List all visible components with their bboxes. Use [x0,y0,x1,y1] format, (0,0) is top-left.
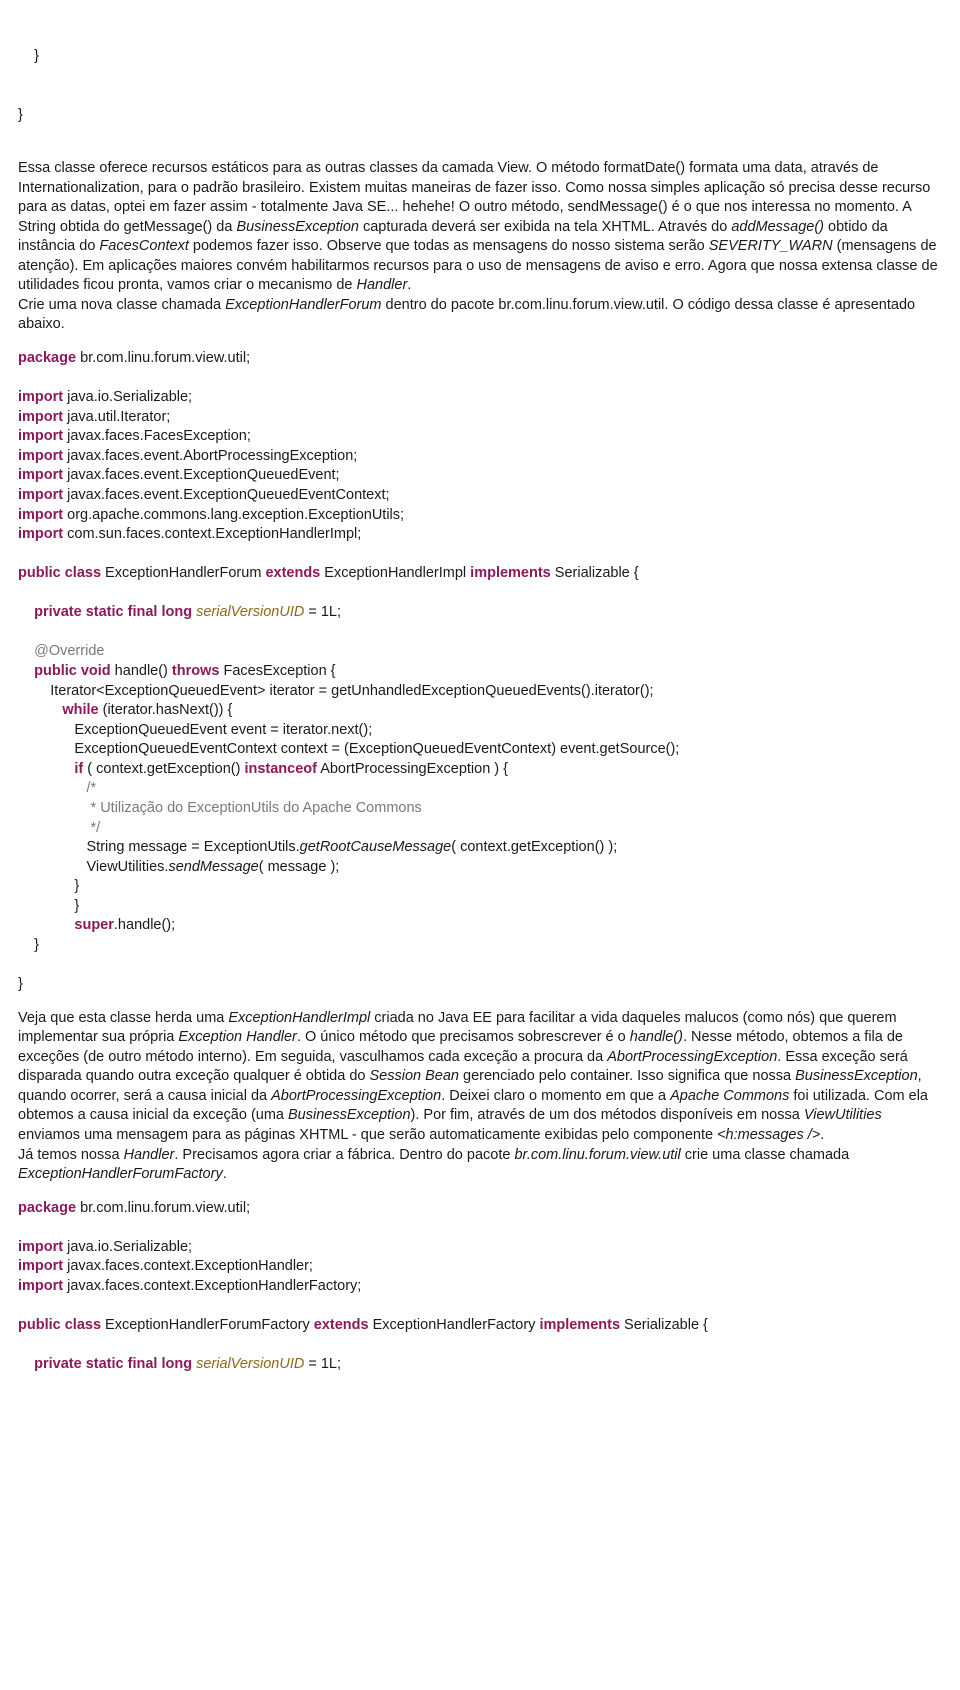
para2-text: Veja que esta classe herda uma Exception… [18,1010,928,1143]
paragraph-1: Essa classe oferece recursos estáticos p… [18,159,942,335]
code-line: import com.sun.faces.context.ExceptionHa… [18,525,942,545]
code-line: ExceptionQueuedEvent event = iterator.ne… [18,721,942,741]
code-line: } [18,975,942,995]
code-line: public class ExceptionHandlerForumFactor… [18,1316,942,1336]
code-line: private static final long serialVersionU… [18,1355,942,1375]
code-line: import javax.faces.FacesException; [18,427,942,447]
para1-text: Essa classe oferece recursos estáticos p… [18,160,938,293]
code-line [18,1218,942,1238]
code-line: ExceptionQueuedEventContext context = (E… [18,740,942,760]
code-line: package br.com.linu.forum.view.util; [18,1199,942,1219]
code-line: } [18,936,942,956]
code-fragment-top: } } [18,8,942,145]
code-line: String message = ExceptionUtils.getRootC… [18,838,942,858]
code-line: import javax.faces.event.AbortProcessing… [18,447,942,467]
code-line: } [18,877,942,897]
code-line [18,584,942,604]
code-block-exceptionhandlerforum: package br.com.linu.forum.view.util; imp… [18,349,942,995]
code-line: super.handle(); [18,916,942,936]
code-line [18,545,942,565]
code-line [18,1336,942,1356]
code-line: import javax.faces.context.ExceptionHand… [18,1277,942,1297]
code-line [18,623,942,643]
code-line [18,955,942,975]
code-line: if ( context.getException() instanceof A… [18,760,942,780]
code-line: import javax.faces.context.ExceptionHand… [18,1257,942,1277]
code-line: * Utilização do ExceptionUtils do Apache… [18,799,942,819]
code-line: */ [18,819,942,839]
code-line: import org.apache.commons.lang.exception… [18,506,942,526]
code-line: @Override [18,642,942,662]
para2b-text: Já temos nossa Handler. Precisamos agora… [18,1147,849,1183]
code-line [18,1296,942,1316]
code-line: public void handle() throws FacesExcepti… [18,662,942,682]
code-line: Iterator<ExceptionQueuedEvent> iterator … [18,682,942,702]
code-line: import java.io.Serializable; [18,388,942,408]
code-line: ViewUtilities.sendMessage( message ); [18,858,942,878]
code-line: import javax.faces.event.ExceptionQueued… [18,486,942,506]
code-line: } [18,897,942,917]
paragraph-2: Veja que esta classe herda uma Exception… [18,1009,942,1185]
code-line: import javax.faces.event.ExceptionQueued… [18,466,942,486]
code-line: } [18,106,942,126]
code-line [18,369,942,389]
code-line: import java.io.Serializable; [18,1238,942,1258]
code-line: } [18,47,942,67]
code-line: /* [18,779,942,799]
code-line: import java.util.Iterator; [18,408,942,428]
para1b-text: Crie uma nova classe chamada ExceptionHa… [18,297,915,333]
code-block-exceptionhandlerforumfactory: package br.com.linu.forum.view.util; imp… [18,1199,942,1375]
code-line: private static final long serialVersionU… [18,603,942,623]
code-line: package br.com.linu.forum.view.util; [18,349,942,369]
code-line: public class ExceptionHandlerForum exten… [18,564,942,584]
code-line: while (iterator.hasNext()) { [18,701,942,721]
